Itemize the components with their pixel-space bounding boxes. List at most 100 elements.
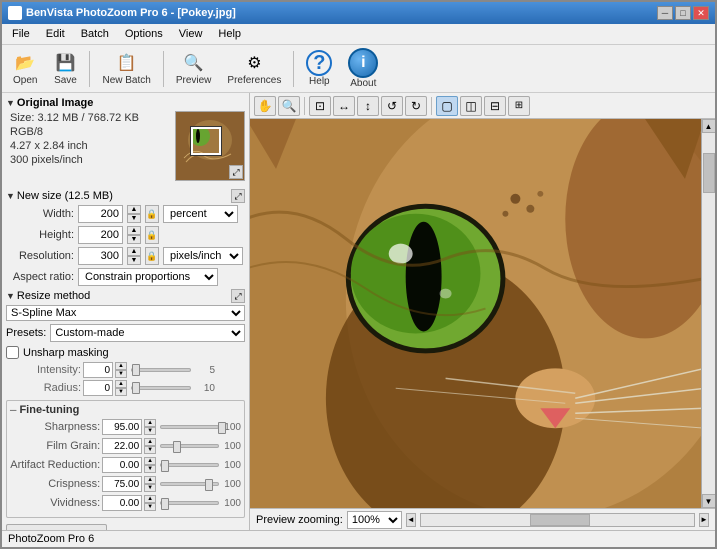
scroll-left-button[interactable]: ◄ — [406, 513, 416, 527]
menu-batch[interactable]: Batch — [75, 26, 115, 42]
minimize-button[interactable]: ─ — [657, 6, 673, 20]
radius-up[interactable]: ▲ — [115, 380, 127, 388]
width-input[interactable] — [78, 205, 123, 223]
film-grain-max: 100 — [223, 441, 241, 452]
scroll-up-button[interactable]: ▲ — [702, 119, 716, 133]
unsharp-checkbox[interactable] — [6, 346, 19, 359]
intensity-down[interactable]: ▼ — [115, 370, 127, 378]
save-label: Save — [54, 75, 77, 86]
crispness-thumb — [205, 479, 213, 491]
crispness-up[interactable]: ▲ — [144, 476, 156, 484]
width-down[interactable]: ▼ — [127, 214, 141, 223]
resolution-lock[interactable]: 🔒 — [145, 247, 159, 265]
sharpness-down[interactable]: ▼ — [144, 427, 156, 435]
height-down[interactable]: ▼ — [127, 235, 141, 244]
resolution-label: Resolution: — [6, 250, 74, 262]
expand-button[interactable]: ⤢ — [229, 165, 243, 179]
artifact-up[interactable]: ▲ — [144, 457, 156, 465]
sharpness-up[interactable]: ▲ — [144, 419, 156, 427]
scroll-down-button[interactable]: ▼ — [702, 494, 716, 508]
vividness-down[interactable]: ▼ — [144, 503, 156, 511]
hand-tool-button[interactable]: ✋ — [254, 96, 276, 116]
film-grain-down[interactable]: ▼ — [144, 446, 156, 454]
vividness-up[interactable]: ▲ — [144, 495, 156, 503]
preview-button[interactable]: 🔍 Preview — [169, 48, 219, 89]
crispness-input[interactable] — [102, 476, 142, 492]
aspect-ratio-select[interactable]: Constrain proportions Free — [78, 268, 218, 286]
resize-method-select[interactable]: S-Spline Max Lanczos Bicubic — [6, 305, 245, 321]
presets-label: Presets: — [6, 327, 46, 339]
zoom-region-button[interactable]: 🔍 — [278, 96, 300, 116]
new-batch-button[interactable]: 📋 New Batch — [95, 48, 157, 89]
title-bar: BenVista PhotoZoom Pro 6 - [Pokey.jpg] ─… — [2, 2, 715, 24]
crispness-slider[interactable] — [160, 482, 219, 486]
zoom-select[interactable]: 100% 50% 200% Fit — [347, 511, 402, 529]
presets-select[interactable]: Custom-made Default — [50, 324, 245, 342]
save-button[interactable]: 💾 Save — [46, 48, 84, 89]
sharpness-row: Sharpness: ▲ ▼ 100 — [10, 419, 241, 435]
radius-input[interactable] — [83, 380, 113, 396]
height-lock[interactable]: 🔒 — [145, 226, 159, 244]
crispness-max: 100 — [223, 479, 241, 490]
scroll-thumb-v[interactable] — [703, 153, 715, 193]
original-image-header: ▼ Original Image — [6, 97, 245, 109]
resolution-unit-select[interactable]: pixels/inch pixels/cm — [163, 247, 243, 265]
menu-file[interactable]: File — [6, 26, 36, 42]
resize-expand[interactable]: ⤢ — [231, 289, 245, 303]
resolution-down[interactable]: ▼ — [127, 256, 141, 265]
view-split-v-button[interactable]: ◫ — [460, 96, 482, 116]
sharpness-input[interactable] — [102, 419, 142, 435]
height-up[interactable]: ▲ — [127, 226, 141, 235]
crop-button[interactable]: ⊡ — [309, 96, 331, 116]
scroll-right-button[interactable]: ► — [699, 513, 709, 527]
artifact-slider[interactable] — [160, 463, 219, 467]
intensity-input[interactable] — [83, 362, 113, 378]
intensity-up[interactable]: ▲ — [115, 362, 127, 370]
view-split-h-button[interactable]: ⊟ — [484, 96, 506, 116]
vividness-input[interactable] — [102, 495, 142, 511]
new-batch-icon: 📋 — [115, 51, 139, 75]
help-button[interactable]: ? Help — [299, 47, 339, 90]
new-size-expand[interactable]: ⤢ — [231, 189, 245, 203]
close-button[interactable]: ✕ — [693, 6, 709, 20]
flip-h-button[interactable]: ↔ — [333, 96, 355, 116]
rotate-cw-button[interactable]: ↻ — [405, 96, 427, 116]
menu-edit[interactable]: Edit — [40, 26, 71, 42]
height-input[interactable] — [78, 226, 123, 244]
width-lock[interactable]: 🔒 — [145, 205, 159, 223]
radius-slider[interactable] — [131, 386, 191, 390]
scroll-thumb-h[interactable] — [530, 514, 590, 526]
resolution-up[interactable]: ▲ — [127, 247, 141, 256]
artifact-input[interactable] — [102, 457, 142, 473]
preferences-button[interactable]: ⚙ Preferences — [220, 48, 288, 89]
menu-view[interactable]: View — [173, 26, 209, 42]
width-up[interactable]: ▲ — [127, 205, 141, 214]
menu-options[interactable]: Options — [119, 26, 169, 42]
radius-down[interactable]: ▼ — [115, 388, 127, 396]
menu-help[interactable]: Help — [212, 26, 247, 42]
maximize-button[interactable]: □ — [675, 6, 691, 20]
crispness-row: Crispness: ▲ ▼ 100 — [10, 476, 241, 492]
film-grain-up[interactable]: ▲ — [144, 438, 156, 446]
radius-row: Radius: ▲ ▼ 10 — [6, 380, 245, 396]
view-fit-button[interactable]: ⊞ — [508, 96, 530, 116]
artifact-down[interactable]: ▼ — [144, 465, 156, 473]
about-icon: i — [348, 48, 378, 78]
film-grain-slider[interactable] — [160, 444, 219, 448]
help-label: Help — [309, 76, 330, 87]
horizontal-scrollbar[interactable] — [420, 513, 695, 527]
rotate-ccw-button[interactable]: ↺ — [381, 96, 403, 116]
sharpness-slider[interactable] — [160, 425, 219, 429]
intensity-slider[interactable] — [131, 368, 191, 372]
flip-v-button[interactable]: ↕ — [357, 96, 379, 116]
vividness-slider[interactable] — [160, 501, 219, 505]
width-unit-select[interactable]: percent pixels inches — [163, 205, 238, 223]
resolution-input[interactable] — [78, 247, 123, 265]
open-button[interactable]: 📂 Open — [6, 48, 44, 89]
film-grain-input[interactable] — [102, 438, 142, 454]
crispness-down[interactable]: ▼ — [144, 484, 156, 492]
vertical-scrollbar[interactable]: ▲ ▼ — [701, 119, 715, 508]
artifact-row: Artifact Reduction: ▲ ▼ 100 — [10, 457, 241, 473]
about-button[interactable]: i About — [341, 45, 385, 92]
view-single-button[interactable]: ▢ — [436, 96, 458, 116]
